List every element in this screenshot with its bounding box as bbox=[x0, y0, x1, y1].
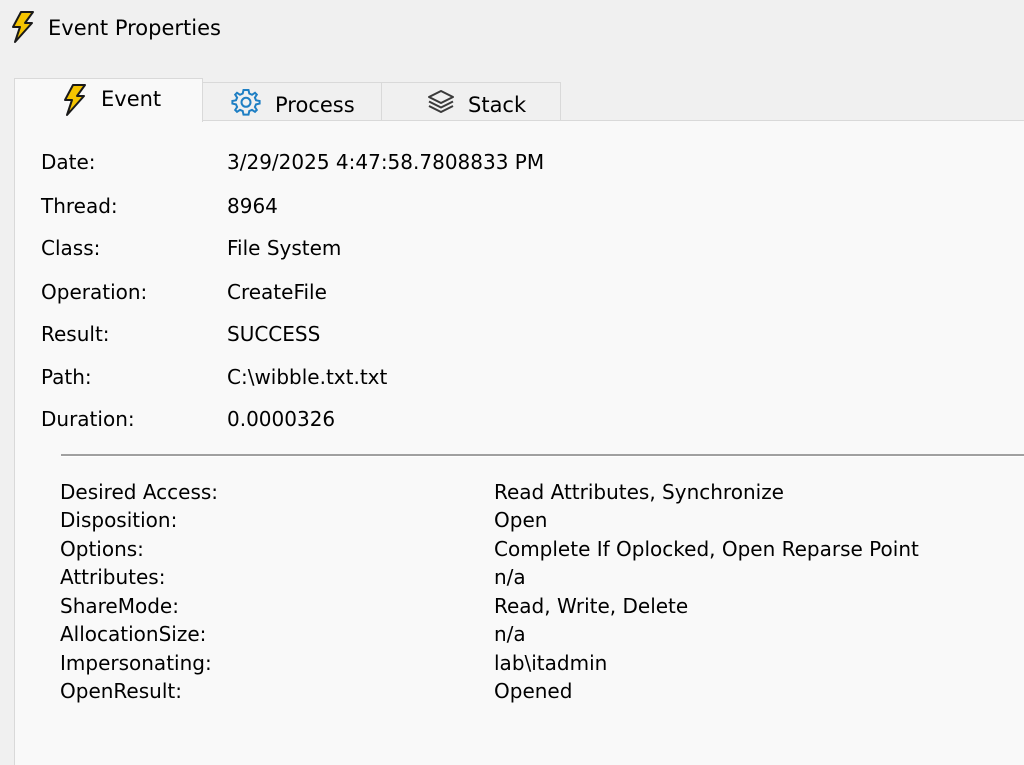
property-label: Duration: bbox=[41, 407, 135, 431]
property-row-operation: Operation: CreateFile bbox=[41, 278, 1001, 306]
tab-event-label: Event bbox=[101, 87, 162, 111]
property-label: Date: bbox=[41, 150, 96, 174]
detail-value: n/a bbox=[494, 622, 526, 646]
property-value[interactable]: C:\wibble.txt.txt bbox=[227, 363, 387, 391]
event-properties-window: Event Properties Event Process Stack Dat… bbox=[0, 0, 1024, 765]
detail-value: n/a bbox=[494, 565, 526, 589]
property-value: SUCCESS bbox=[227, 322, 321, 346]
property-value: 8964 bbox=[227, 194, 278, 218]
detail-label: Disposition: bbox=[60, 508, 178, 532]
gear-icon bbox=[231, 87, 261, 117]
detail-row: Desired Access: Read Attributes, Synchro… bbox=[60, 478, 1000, 506]
lightning-icon bbox=[8, 10, 38, 44]
detail-label: AllocationSize: bbox=[60, 622, 207, 646]
tab-stack[interactable]: Stack bbox=[381, 82, 561, 120]
tab-strip: Event Process Stack bbox=[14, 78, 1024, 122]
property-label: Class: bbox=[41, 236, 101, 260]
detail-row: Disposition: Open bbox=[60, 506, 1000, 534]
property-value: CreateFile bbox=[227, 280, 327, 304]
property-label: Thread: bbox=[41, 194, 118, 218]
property-row-class: Class: File System bbox=[41, 234, 1001, 262]
property-label: Operation: bbox=[41, 280, 148, 304]
property-label: Result: bbox=[41, 322, 110, 346]
title-bar: Event Properties bbox=[0, 0, 1024, 56]
tab-process[interactable]: Process bbox=[202, 82, 382, 120]
detail-row: ShareMode: Read, Write, Delete bbox=[60, 592, 1000, 620]
property-value: File System bbox=[227, 236, 342, 260]
detail-label: ShareMode: bbox=[60, 594, 179, 618]
event-panel: Date: 3/29/2025 4:47:58.7808833 PM Threa… bbox=[14, 120, 1024, 765]
tab-event[interactable]: Event bbox=[14, 78, 203, 122]
detail-value: Opened bbox=[494, 679, 573, 703]
detail-label: Desired Access: bbox=[60, 480, 219, 504]
detail-row: Options: Complete If Oplocked, Open Repa… bbox=[60, 535, 1000, 563]
detail-row: AllocationSize: n/a bbox=[60, 620, 1000, 648]
property-row-result: Result: SUCCESS bbox=[41, 320, 1001, 348]
detail-row: OpenResult: Opened bbox=[60, 677, 1000, 705]
section-divider bbox=[61, 454, 1024, 457]
lightning-icon bbox=[60, 83, 90, 116]
property-row-thread: Thread: 8964 bbox=[41, 192, 1001, 220]
property-value: 3/29/2025 4:47:58.7808833 PM bbox=[227, 150, 545, 174]
property-row-duration: Duration: 0.0000326 bbox=[41, 405, 1001, 433]
detail-label: Attributes: bbox=[60, 565, 166, 589]
detail-value: Read Attributes, Synchronize bbox=[494, 480, 784, 504]
property-row-date: Date: 3/29/2025 4:47:58.7808833 PM bbox=[41, 148, 1001, 176]
property-label: Path: bbox=[41, 365, 92, 389]
detail-label: Options: bbox=[60, 537, 144, 561]
property-value: 0.0000326 bbox=[227, 407, 336, 431]
detail-value: Complete If Oplocked, Open Reparse Point bbox=[494, 537, 919, 561]
layers-icon bbox=[426, 87, 456, 117]
detail-label: Impersonating: bbox=[60, 651, 212, 675]
detail-value: Open bbox=[494, 508, 548, 532]
detail-row: Impersonating: lab\itadmin bbox=[60, 649, 1000, 677]
tab-process-label: Process bbox=[275, 93, 355, 117]
detail-value: lab\itadmin bbox=[494, 651, 608, 675]
tab-stack-label: Stack bbox=[468, 93, 527, 117]
detail-row: Attributes: n/a bbox=[60, 563, 1000, 591]
detail-label: OpenResult: bbox=[60, 679, 182, 703]
detail-value: Read, Write, Delete bbox=[494, 594, 689, 618]
property-row-path: Path: C:\wibble.txt.txt bbox=[41, 363, 1001, 391]
window-title: Event Properties bbox=[48, 16, 221, 40]
